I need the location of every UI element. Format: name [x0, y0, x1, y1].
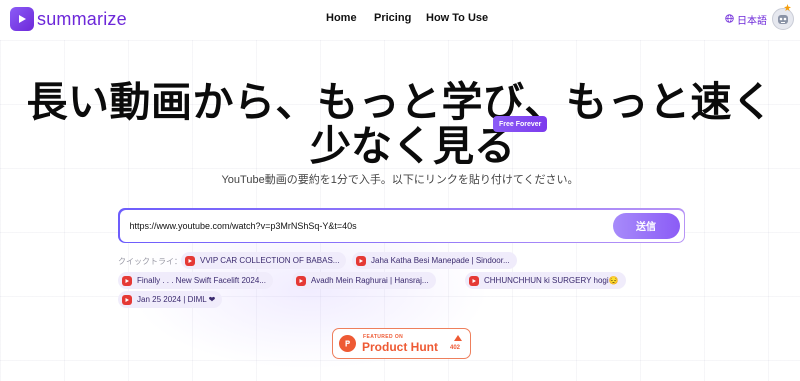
product-hunt-name: Product Hunt — [362, 340, 438, 354]
logo-text: summarize — [37, 8, 127, 29]
quick-try-chip[interactable]: Finally . . . New Swift Facelift 2024... — [118, 272, 273, 289]
globe-icon — [725, 13, 734, 26]
language-selector[interactable]: 日本語 — [725, 12, 767, 27]
quick-try-chip[interactable]: Jan 25 2024 | DIML ❤ — [118, 291, 223, 308]
video-thumbnail-icon — [356, 255, 366, 266]
nav-how-to-use-link[interactable]: How To Use — [426, 12, 488, 24]
quick-try-chip-label: Finally . . . New Swift Facelift 2024... — [137, 276, 266, 285]
notification-badge-icon — [784, 4, 791, 11]
nav-home-link[interactable]: Home — [326, 12, 357, 24]
quick-try-chip[interactable]: CHHUNCHHUN ki SURGERY hogi😔 — [465, 272, 626, 289]
quick-try-chip-label: Jaha Katha Besi Manepade | Sindoor... — [371, 256, 510, 265]
quick-try-chip[interactable]: Avadh Mein Raghurai | Hansraj... — [292, 272, 436, 289]
video-thumbnail-icon — [122, 275, 132, 286]
upvote-count: 402 — [450, 345, 461, 351]
avatar[interactable] — [772, 8, 794, 30]
free-forever-badge: Free Forever — [493, 116, 548, 132]
hero-title-line-2: 少なく見る — [310, 123, 515, 169]
play-icon — [10, 7, 34, 31]
robot-avatar-icon — [778, 15, 788, 24]
product-hunt-badge[interactable]: FEATURED ON Product Hunt 402 — [332, 328, 471, 359]
top-nav: summarize Home Pricing How To Use 日本語 — [0, 0, 800, 38]
product-hunt-logo-icon — [339, 335, 356, 352]
upvote-arrow-icon — [454, 335, 462, 341]
hero-subtitle: YouTube動画の要約を1分で入手。以下にリンクを貼り付けてください。 — [221, 174, 579, 186]
quick-try-chip-label: VVIP CAR COLLECTION OF BABAS... — [200, 256, 340, 265]
video-thumbnail-icon — [185, 255, 195, 266]
quick-try-chip-label: Jan 25 2024 | DIML ❤ — [137, 295, 216, 304]
submit-button[interactable]: 送信 — [612, 212, 680, 239]
quick-try-chip[interactable]: Jaha Katha Besi Manepade | Sindoor... — [352, 252, 517, 269]
quick-try-chip[interactable]: VVIP CAR COLLECTION OF BABAS... — [181, 252, 347, 269]
quick-try-chip-label: CHHUNCHHUN ki SURGERY hogi😔 — [484, 276, 619, 285]
video-thumbnail-icon — [296, 275, 306, 286]
quick-try-chip-label: Avadh Mein Raghurai | Hansraj... — [311, 276, 429, 285]
logo[interactable]: summarize — [10, 7, 127, 31]
nav-pricing-link[interactable]: Pricing — [374, 12, 411, 24]
quick-try-label: クイックトライ： — [118, 257, 182, 266]
video-thumbnail-icon — [469, 275, 479, 286]
search-bar: 送信 — [118, 208, 685, 243]
video-thumbnail-icon — [122, 294, 132, 305]
language-label: 日本語 — [737, 16, 767, 27]
youtube-url-input[interactable] — [129, 209, 600, 242]
